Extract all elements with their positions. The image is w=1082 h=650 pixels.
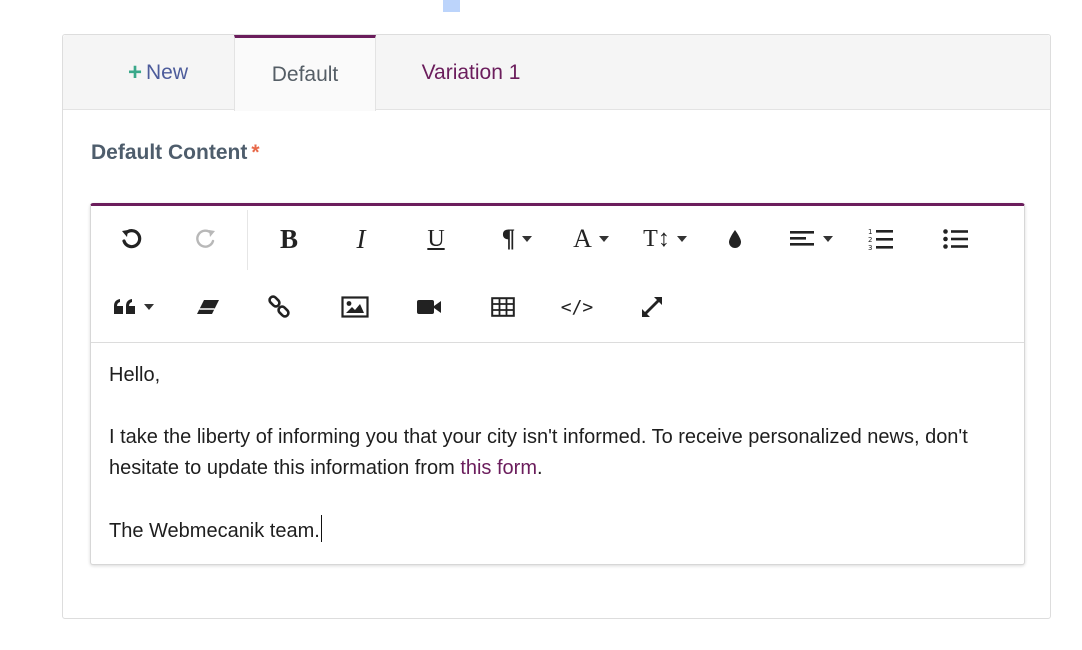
caret-down-icon: [598, 236, 609, 242]
rich-text-editor: B I U ¶ A T↕ 123 </> Hello, I take the l…: [90, 203, 1025, 565]
italic-glyph: I: [356, 223, 366, 254]
text-cursor: [320, 515, 322, 542]
required-mark: *: [251, 141, 260, 164]
field-label: Default Content *: [91, 141, 260, 165]
size-glyph: T↕: [643, 225, 670, 252]
underline-icon[interactable]: U: [416, 219, 456, 259]
signature-text: The Webmecanik team.: [109, 520, 320, 542]
font-family-icon[interactable]: A: [561, 219, 621, 259]
fullscreen-icon[interactable]: [632, 287, 672, 327]
align-icon[interactable]: [785, 219, 837, 259]
editor-toolbar: B I U ¶ A T↕ 123 </>: [91, 206, 1024, 343]
eraser-icon[interactable]: [188, 287, 228, 327]
video-icon[interactable]: [409, 287, 449, 327]
tab-default-label: Default: [271, 62, 339, 86]
caret-down-icon: [676, 236, 687, 242]
this-form-link[interactable]: this form: [460, 457, 537, 479]
code-glyph: </>: [560, 296, 594, 318]
italic-icon[interactable]: I: [341, 219, 381, 259]
font-size-icon[interactable]: T↕: [634, 219, 696, 259]
content-panel: + New Default Variation 1 Default Conten…: [62, 34, 1051, 619]
svg-text:1: 1: [868, 228, 872, 236]
paragraph-style-icon[interactable]: ¶: [487, 219, 547, 259]
body-text-end: .: [537, 457, 543, 479]
plus-icon: +: [127, 58, 142, 86]
code-view-icon[interactable]: </>: [557, 287, 597, 327]
editor-content[interactable]: Hello, I take the liberty of informing y…: [109, 360, 1006, 547]
font-glyph: A: [573, 224, 592, 253]
tab-variation-label: Variation 1: [421, 60, 521, 84]
toolbar-separator: [247, 210, 248, 270]
bold-icon[interactable]: B: [269, 219, 309, 259]
field-label-text: Default Content: [91, 141, 248, 164]
blockquote-icon[interactable]: [107, 287, 159, 327]
body-paragraph: I take the liberty of informing you that…: [109, 422, 1006, 484]
underline-glyph: U: [427, 225, 445, 252]
signature-paragraph: The Webmecanik team.: [109, 515, 1006, 547]
tab-new-label: New: [146, 60, 189, 84]
svg-text:3: 3: [868, 244, 872, 251]
bold-glyph: B: [279, 223, 298, 254]
top-marker: [443, 0, 460, 12]
unordered-list-icon[interactable]: [936, 219, 976, 259]
ordered-list-icon[interactable]: 123: [861, 219, 901, 259]
greeting-text: Hello,: [109, 364, 161, 386]
paragraph-glyph: ¶: [501, 225, 516, 252]
redo-icon[interactable]: [186, 219, 226, 259]
svg-text:2: 2: [868, 236, 872, 244]
caret-down-icon: [143, 304, 154, 310]
caret-down-icon: [822, 236, 833, 242]
link-icon[interactable]: [259, 287, 299, 327]
color-icon[interactable]: [715, 219, 755, 259]
tab-new[interactable]: + New: [83, 35, 233, 110]
tab-default[interactable]: Default: [234, 35, 376, 111]
undo-icon[interactable]: [111, 219, 151, 259]
tab-bar: + New Default Variation 1: [63, 35, 1050, 111]
caret-down-icon: [522, 236, 533, 242]
tab-variation-1[interactable]: Variation 1: [383, 35, 559, 110]
picture-icon[interactable]: [335, 287, 375, 327]
table-icon[interactable]: [483, 287, 523, 327]
